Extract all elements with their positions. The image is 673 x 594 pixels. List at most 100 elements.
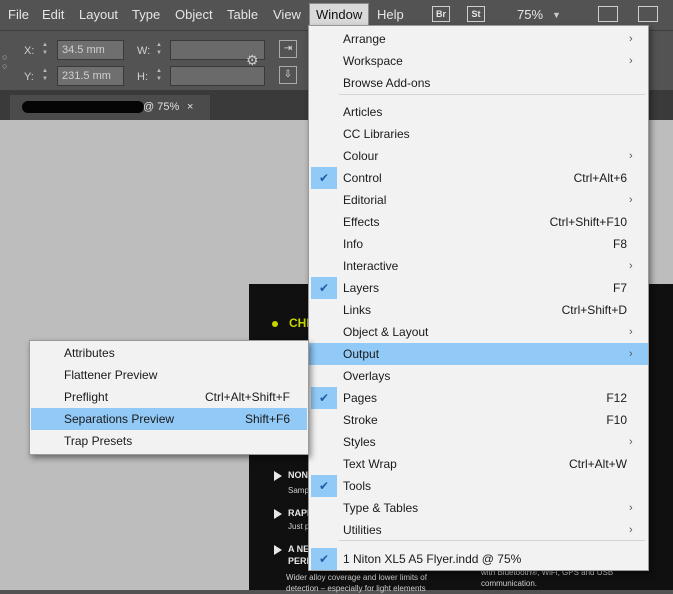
check-icon: ✔ <box>311 475 337 497</box>
menu-item-flattener-preview[interactable]: Flattener Preview <box>31 364 307 386</box>
menu-item-1-niton-xl5-a5-flyer-indd-75[interactable]: ✔ 1 Niton XL5 A5 Flyer.indd @ 75% <box>309 548 648 570</box>
submenu-arrow-icon: › <box>629 524 633 536</box>
menu-item-utilities[interactable]: Utilities › <box>309 519 648 541</box>
reference-point-icon[interactable]: ○ ○ <box>2 53 7 71</box>
menu-item-label: Info <box>343 237 364 251</box>
x-field[interactable]: 34.5 mm <box>57 40 124 60</box>
menu-item-shortcut: Ctrl+Alt+6 <box>573 171 627 185</box>
menu-item-cc-libraries[interactable]: CC Libraries <box>309 123 648 145</box>
menu-item-workspace[interactable]: Workspace › <box>309 50 648 72</box>
y-stepper[interactable]: ▲ ▼ <box>40 67 50 85</box>
menu-view[interactable]: View <box>273 0 301 30</box>
menu-item-shortcut: Ctrl+Shift+F10 <box>549 215 627 229</box>
menu-window[interactable]: Window <box>309 3 370 27</box>
constrain-proportions-icon[interactable]: ⚙ <box>246 52 259 69</box>
play-icon <box>274 471 282 481</box>
check-icon: ✔ <box>311 277 337 299</box>
menu-object[interactable]: Object <box>175 0 213 30</box>
menu-item-label: Styles <box>343 435 376 449</box>
menu-file[interactable]: File <box>8 0 29 30</box>
menu-item-label: Editorial <box>343 193 387 207</box>
menu-item-label: Text Wrap <box>343 457 397 471</box>
menu-table[interactable]: Table <box>227 0 258 30</box>
menu-item-links[interactable]: Links Ctrl+Shift+D <box>309 299 648 321</box>
flyer-right-text: communication. <box>481 579 538 588</box>
menu-item-interactive[interactable]: Interactive › <box>309 255 648 277</box>
menu-item-editorial[interactable]: Editorial › <box>309 189 648 211</box>
menu-edit[interactable]: Edit <box>42 0 64 30</box>
output-submenu: Attributes Flattener Preview Preflight Ctrl… <box>29 340 309 455</box>
menu-item-colour[interactable]: Colour › <box>309 145 648 167</box>
flyer-item-sub: Samp <box>288 486 309 495</box>
close-tab-icon[interactable]: × <box>187 98 193 116</box>
menu-type[interactable]: Type <box>132 0 160 30</box>
submenu-arrow-icon: › <box>629 326 633 338</box>
menu-item-shortcut: F12 <box>606 391 627 405</box>
menu-item-stroke[interactable]: Stroke F10 <box>309 409 648 431</box>
menu-item-arrange[interactable]: Arrange › <box>309 28 648 50</box>
x-label: X: <box>24 45 35 57</box>
window-menu: Arrange › Workspace › Browse Add-ons Articles… <box>308 25 649 571</box>
menu-item-label: Browse Add-ons <box>343 76 431 90</box>
play-icon <box>274 509 282 519</box>
menu-item-info[interactable]: Info F8 <box>309 233 648 255</box>
submenu-arrow-icon: › <box>629 150 633 162</box>
align-icon[interactable]: ⇥ <box>279 40 297 58</box>
menu-item-label: Stroke <box>343 413 378 427</box>
menu-item-label: Overlays <box>343 369 391 383</box>
y-field[interactable]: 231.5 mm <box>57 66 124 86</box>
document-tab-zoom: @ 75% <box>143 101 180 113</box>
menu-item-output[interactable]: Output › <box>309 343 648 365</box>
menu-item-label: Output <box>343 347 380 361</box>
menu-item-label: Colour <box>343 149 379 163</box>
screen-mode-icon[interactable] <box>598 6 618 22</box>
menu-item-layers[interactable]: ✔ Layers F7 <box>309 277 648 299</box>
w-label: W: <box>137 45 151 57</box>
menu-item-browse-add-ons[interactable]: Browse Add-ons <box>309 72 648 94</box>
menu-item-label: Type & Tables <box>343 501 419 515</box>
h-stepper[interactable]: ▲ ▼ <box>154 67 164 85</box>
menu-item-tools[interactable]: ✔ Tools <box>309 475 648 497</box>
submenu-arrow-icon: › <box>629 436 633 448</box>
redacted-filename <box>22 101 144 113</box>
menu-item-label: Effects <box>343 215 380 229</box>
menu-item-control[interactable]: ✔ Control Ctrl+Alt+6 <box>309 167 648 189</box>
bridge-icon[interactable]: Br <box>432 6 450 22</box>
menu-item-trap-presets[interactable]: Trap Presets <box>31 430 307 452</box>
menu-item-text-wrap[interactable]: Text Wrap Ctrl+Alt+W <box>309 453 648 475</box>
menu-item-effects[interactable]: Effects Ctrl+Shift+F10 <box>309 211 648 233</box>
submenu-arrow-icon: › <box>629 502 633 514</box>
submenu-arrow-icon: › <box>629 55 633 67</box>
menu-item-articles[interactable]: Articles <box>309 101 648 123</box>
menu-item-label: Workspace <box>343 54 403 68</box>
menu-item-label: Separations Preview <box>64 412 175 426</box>
menu-item-label: Preflight <box>64 390 109 404</box>
distribute-icon[interactable]: ⇩ <box>279 66 297 84</box>
menu-item-attributes[interactable]: Attributes <box>31 342 307 364</box>
menu-item-shortcut: F8 <box>612 237 627 251</box>
menu-separator <box>339 94 645 95</box>
menu-item-label: Trap Presets <box>64 434 133 448</box>
menu-item-overlays[interactable]: Overlays <box>309 365 648 387</box>
menu-item-label: Interactive <box>343 259 399 273</box>
bullet-icon <box>272 321 278 327</box>
flyer-item-sub: detection – especially for light element… <box>286 584 426 593</box>
h-field[interactable] <box>170 66 265 86</box>
h-label: H: <box>137 71 148 83</box>
menu-item-object-layout[interactable]: Object & Layout › <box>309 321 648 343</box>
menu-item-type-tables[interactable]: Type & Tables › <box>309 497 648 519</box>
menu-layout[interactable]: Layout <box>79 0 118 30</box>
menu-item-pages[interactable]: ✔ Pages F12 <box>309 387 648 409</box>
stock-icon[interactable]: St <box>467 6 485 22</box>
view-options-icon[interactable] <box>638 6 658 22</box>
menu-item-label: Layers <box>343 281 380 295</box>
x-stepper[interactable]: ▲ ▼ <box>40 41 50 59</box>
menu-item-shortcut: F10 <box>606 413 627 427</box>
menu-item-label: Flattener Preview <box>64 368 158 382</box>
menu-item-styles[interactable]: Styles › <box>309 431 648 453</box>
menu-item-separations-preview[interactable]: Separations Preview Shift+F6 <box>31 408 307 430</box>
w-stepper[interactable]: ▲ ▼ <box>154 41 164 59</box>
menu-item-label: Articles <box>343 105 383 119</box>
check-icon: ✔ <box>311 167 337 189</box>
menu-item-preflight[interactable]: Preflight Ctrl+Alt+Shift+F <box>31 386 307 408</box>
